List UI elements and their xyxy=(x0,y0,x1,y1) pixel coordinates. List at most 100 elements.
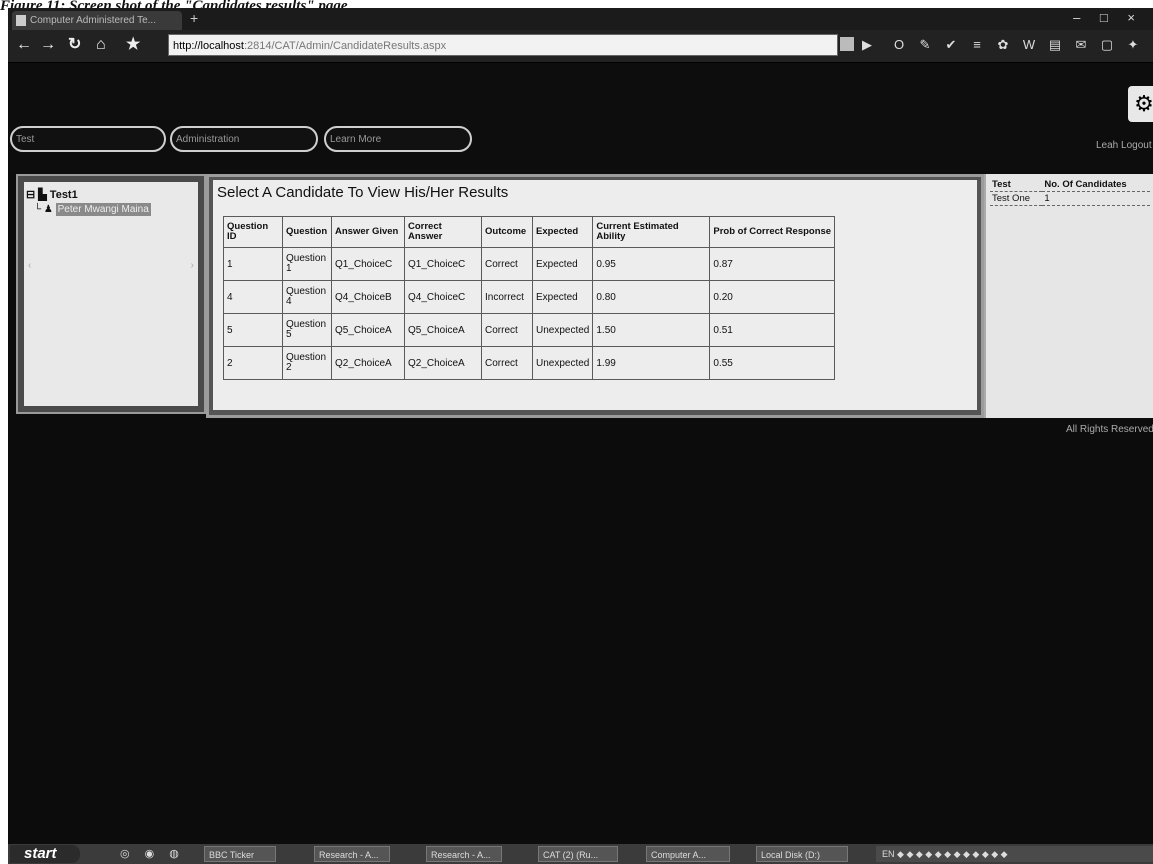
tab-title: Computer Administered Te... xyxy=(30,15,156,26)
auth-links[interactable]: Leah Logout xyxy=(1096,140,1152,151)
table-cell: 1.99 xyxy=(592,346,711,380)
taskbar-item[interactable]: Research - A... xyxy=(426,846,502,862)
table-cell: 4 xyxy=(223,280,283,314)
table-cell: Unexpected xyxy=(531,346,594,380)
table-header-row: Question ID Question Answer Given Correc… xyxy=(223,216,836,248)
reload-icon[interactable]: ↻ xyxy=(68,36,81,54)
table-cell: Q5_ChoiceA xyxy=(404,313,482,347)
extension-icon[interactable]: ✿ xyxy=(996,37,1010,52)
table-cell: Expected xyxy=(531,280,594,314)
table-cell: Q5_ChoiceA xyxy=(331,313,405,347)
table-cell: 0.20 xyxy=(709,280,836,314)
play-icon[interactable]: ▶ xyxy=(860,37,874,52)
extension-icon[interactable]: ▤ xyxy=(1048,37,1062,52)
column-header: Answer Given xyxy=(331,216,405,248)
tree-node-candidate[interactable]: └ ♟ Peter Mwangi Maina xyxy=(34,203,151,216)
star-icon[interactable]: ★ xyxy=(126,36,140,54)
table-cell: Correct xyxy=(481,313,533,347)
screenshot: Computer Administered Te... + – □ × ← → … xyxy=(8,8,1153,864)
table-header-row: Test No. Of Candidates xyxy=(990,178,1150,192)
table-cell: 0.55 xyxy=(709,346,836,380)
page-icon xyxy=(16,15,26,26)
tree-node-test[interactable]: ⊟ ▙ Test1 xyxy=(26,188,78,201)
taskbar-item[interactable]: Research - A... xyxy=(314,846,390,862)
table-cell: Incorrect xyxy=(481,280,533,314)
table-row[interactable]: Test One 1 xyxy=(990,191,1150,206)
tree-node-label: Test1 xyxy=(49,189,78,201)
column-header: Question ID xyxy=(223,216,283,248)
column-header: No. Of Candidates xyxy=(1042,178,1150,192)
table-cell: 0.80 xyxy=(592,280,711,314)
home-icon[interactable]: ⌂ xyxy=(96,36,106,54)
new-tab-button[interactable]: + xyxy=(190,10,198,26)
browser-tabbar: Computer Administered Te... + – □ × xyxy=(8,8,1153,30)
table-row[interactable]: 5 Question 5 Q5_ChoiceA Q5_ChoiceA Corre… xyxy=(223,313,836,347)
column-header: Question xyxy=(282,216,332,248)
table-cell: Question 4 xyxy=(282,280,332,314)
table-row[interactable]: 2 Question 2 Q2_ChoiceA Q2_ChoiceA Corre… xyxy=(223,346,836,380)
table-cell: Q4_ChoiceB xyxy=(331,280,405,314)
table-cell: Question 2 xyxy=(282,346,332,380)
taskbar-item[interactable]: BBC Ticker xyxy=(204,846,276,862)
taskbar-item[interactable]: CAT (2) (Ru... xyxy=(538,846,618,862)
tree-scrollbar[interactable]: ‹ › xyxy=(28,260,194,274)
extension-icon[interactable]: ✎ xyxy=(918,37,932,52)
tray-icons[interactable]: ◆ ◆ ◆ ◆ ◆ ◆ ◆ ◆ ◆ ◆ ◆ ◆ xyxy=(897,849,1008,859)
tree-panel: ⊟ ▙ Test1 └ ♟ Peter Mwangi Maina ‹ › xyxy=(16,174,206,414)
candidate-name[interactable]: Peter Mwangi Maina xyxy=(55,203,151,216)
browser-tab[interactable]: Computer Administered Te... xyxy=(12,11,182,30)
results-content: Select A Candidate To View His/Her Resul… xyxy=(213,180,977,410)
column-header: Test xyxy=(990,178,1043,192)
table-row[interactable]: 4 Question 4 Q4_ChoiceB Q4_ChoiceC Incor… xyxy=(223,280,836,314)
tools-icon[interactable]: ✦ xyxy=(1126,37,1140,52)
taskbar: start ◎ ◉ ◍ BBC Ticker Research - A... R… xyxy=(8,844,1153,864)
column-header: Expected xyxy=(531,216,594,248)
stats-panel: Test No. Of Candidates Test One 1 xyxy=(984,174,1153,418)
taskbar-item[interactable]: Computer A... xyxy=(646,846,730,862)
address-host: http://localhost xyxy=(173,40,244,52)
extension-icon[interactable]: W xyxy=(1022,37,1036,52)
person-icon: ♟ xyxy=(43,204,53,215)
table-cell: Q1_ChoiceC xyxy=(404,247,482,281)
language-indicator[interactable]: EN xyxy=(882,849,895,859)
table-cell: Test One xyxy=(990,191,1043,206)
scroll-right-icon[interactable]: › xyxy=(191,260,194,271)
nav-administration[interactable]: Administration xyxy=(170,126,318,152)
page-menu-icon[interactable]: ▢ xyxy=(1100,37,1114,52)
mail-icon[interactable]: ✉ xyxy=(1074,37,1088,52)
address-bar[interactable]: http://localhost:2814/CAT/Admin/Candidat… xyxy=(168,34,838,56)
results-panel: Select A Candidate To View His/Her Resul… xyxy=(206,174,984,418)
results-table: Question ID Question Answer Given Correc… xyxy=(223,216,836,380)
table-cell: Correct xyxy=(481,346,533,380)
app-header xyxy=(8,63,1153,173)
window-controls[interactable]: – □ × xyxy=(1073,10,1143,25)
start-button[interactable]: start xyxy=(10,845,80,863)
scroll-left-icon[interactable]: ‹ xyxy=(28,260,31,271)
table-cell: Question 5 xyxy=(282,313,332,347)
table-cell: Expected xyxy=(531,247,594,281)
taskbar-item[interactable]: Local Disk (D:) xyxy=(756,846,848,862)
opera-icon[interactable]: O xyxy=(892,37,906,52)
extension-icon[interactable]: ≡ xyxy=(970,37,984,52)
table-cell: 0.95 xyxy=(592,247,711,281)
browser-toolbar: ← → ↻ ⌂ ★ http://localhost:2814/CAT/Admi… xyxy=(8,30,1153,63)
stats-table: Test No. Of Candidates Test One 1 xyxy=(990,178,1150,206)
back-arrow-icon[interactable]: ← xyxy=(16,36,32,54)
column-header: Prob of Correct Response xyxy=(709,216,836,248)
table-row[interactable]: 1 Question 1 Q1_ChoiceC Q1_ChoiceC Corre… xyxy=(223,247,836,281)
nav-test[interactable]: Test xyxy=(10,126,166,152)
settings-icon[interactable]: ⚙ xyxy=(1128,86,1153,122)
address-path: :2814/CAT/Admin/CandidateResults.aspx xyxy=(243,40,447,52)
table-cell: 5 xyxy=(223,313,283,347)
column-header: Outcome xyxy=(481,216,533,248)
forward-arrow-icon[interactable]: → xyxy=(40,36,56,54)
table-cell: 0.51 xyxy=(709,313,836,347)
table-cell: 1.50 xyxy=(592,313,711,347)
table-cell: 2 xyxy=(223,346,283,380)
extension-icon[interactable]: ✔ xyxy=(944,37,958,52)
quick-launch-icons[interactable]: ◎ ◉ ◍ xyxy=(120,847,185,860)
column-header: Correct Answer xyxy=(404,216,482,248)
nav-learn-more[interactable]: Learn More xyxy=(324,126,472,152)
page-action-icon[interactable] xyxy=(840,37,854,51)
table-cell: Question 1 xyxy=(282,247,332,281)
